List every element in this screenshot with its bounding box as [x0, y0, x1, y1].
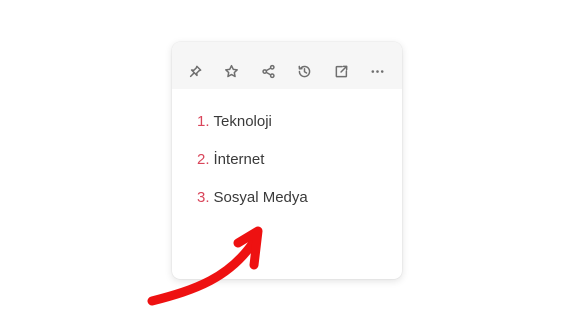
list-item-number: 3. [197, 189, 210, 206]
more-options-button[interactable] [367, 61, 389, 83]
share-button[interactable] [257, 61, 279, 83]
list-item-label: Teknoloji [213, 113, 272, 130]
stage: 1. Teknoloji 2. İnternet 3. Sosyal Medya [0, 0, 574, 322]
open-external-icon [335, 65, 348, 78]
share-icon [262, 64, 275, 79]
list-item[interactable]: 2. İnternet [197, 151, 402, 189]
more-icon [371, 70, 384, 73]
history-button[interactable] [294, 61, 316, 83]
star-icon [225, 64, 239, 78]
list-item[interactable]: 3. Sosyal Medya [197, 189, 402, 227]
ordered-list: 1. Teknoloji 2. İnternet 3. Sosyal Medya [172, 89, 402, 227]
popup-card: 1. Teknoloji 2. İnternet 3. Sosyal Medya [172, 42, 402, 279]
list-item-label: Sosyal Medya [213, 189, 308, 206]
list-item[interactable]: 1. Teknoloji [197, 113, 402, 151]
card-toolbar [172, 42, 402, 89]
history-icon [298, 65, 311, 78]
list-item-label: İnternet [213, 151, 265, 168]
pin-button[interactable] [184, 61, 206, 83]
list-item-number: 2. [197, 151, 210, 168]
list-item-number: 1. [197, 113, 210, 130]
pin-icon [189, 65, 201, 78]
open-external-button[interactable] [330, 61, 352, 83]
favorite-button[interactable] [221, 61, 243, 83]
